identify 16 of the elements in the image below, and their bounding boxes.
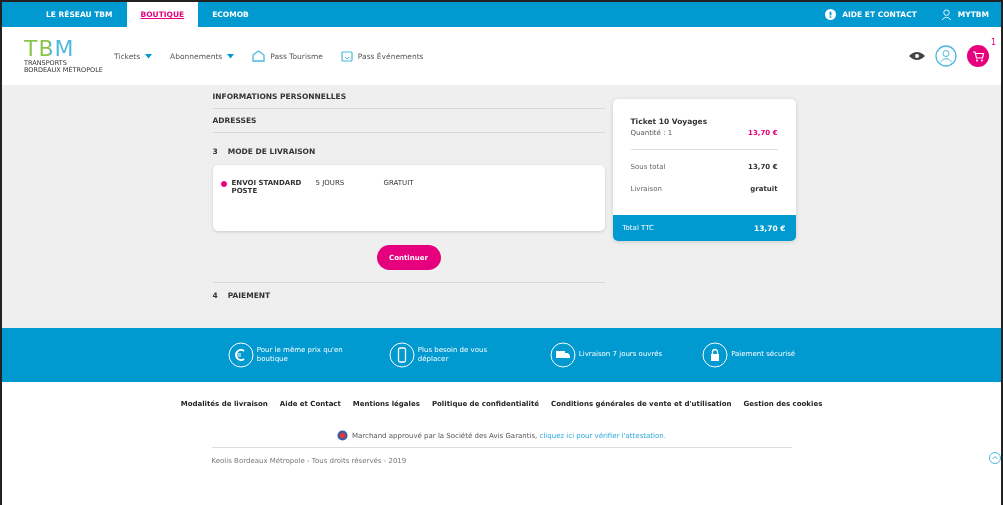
truck-icon	[549, 342, 576, 368]
calendar-icon	[340, 50, 353, 62]
cart-icon[interactable]	[967, 45, 989, 67]
phone-icon	[388, 342, 415, 368]
user-icon	[940, 9, 952, 20]
caret-icon	[227, 53, 235, 59]
euro-icon	[227, 342, 254, 368]
lock-icon	[702, 342, 729, 368]
help-icon	[825, 9, 837, 20]
badge-icon	[337, 430, 349, 441]
account-icon[interactable]	[935, 45, 957, 67]
radio-button[interactable]	[220, 181, 227, 187]
caret-icon	[145, 53, 153, 59]
cart-count: 1	[990, 38, 996, 47]
house-icon	[252, 50, 266, 62]
eye-icon[interactable]	[909, 51, 925, 61]
